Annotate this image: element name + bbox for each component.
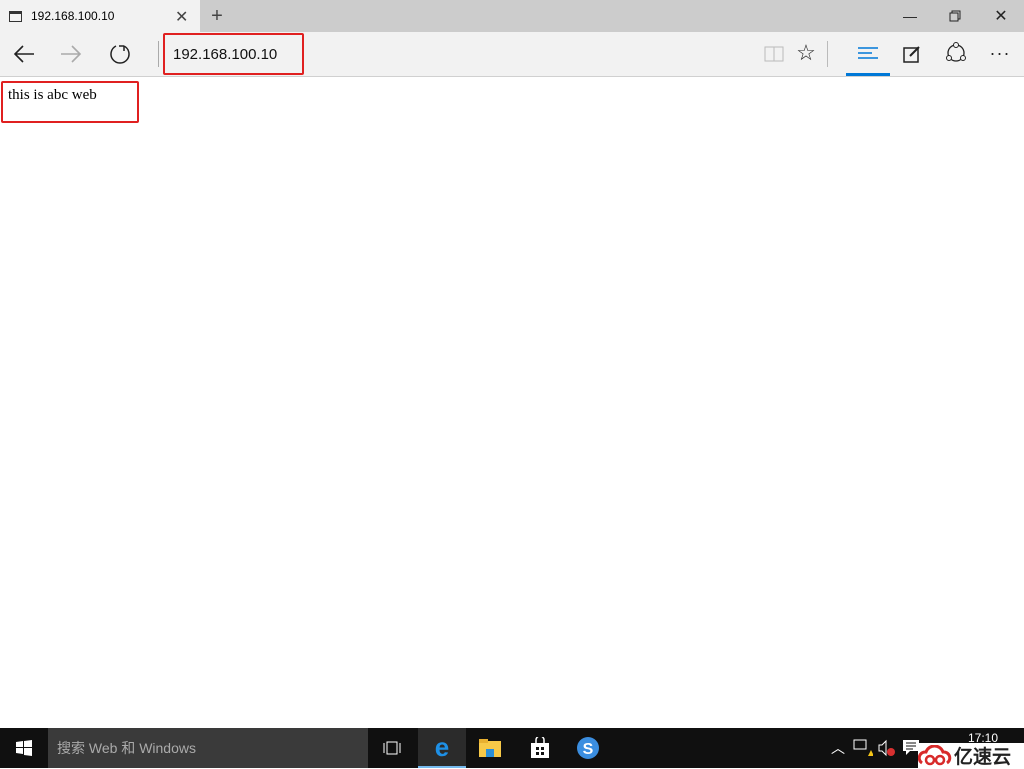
volume-muted-icon[interactable] [876, 736, 898, 760]
show-hidden-icons-chevron[interactable]: ︿ [828, 736, 848, 760]
navigation-toolbar: 192.168.100.10 ☆ ··· [0, 32, 1024, 77]
edge-browser-icon[interactable]: e [418, 728, 466, 768]
toolbar-divider [827, 41, 828, 67]
title-bar: 192.168.100.10 ✕ + — ✕ [0, 0, 1024, 32]
windows-start-icon[interactable] [0, 728, 48, 768]
new-tab-icon[interactable]: + [205, 4, 229, 28]
sogou-browser-icon[interactable]: S [566, 728, 610, 768]
content-highlight-box [1, 81, 139, 123]
close-tab-icon[interactable]: ✕ [175, 7, 188, 27]
back-icon[interactable] [10, 40, 38, 68]
store-icon[interactable] [518, 728, 562, 768]
restore-icon[interactable] [940, 4, 970, 28]
web-note-icon[interactable] [900, 42, 924, 66]
cloud-logo-icon [918, 744, 952, 765]
reading-view-icon [762, 42, 786, 66]
task-view-icon[interactable] [372, 728, 412, 768]
file-explorer-icon[interactable] [468, 728, 512, 768]
refresh-icon[interactable] [106, 40, 134, 68]
page-icon [9, 10, 22, 22]
close-window-icon[interactable]: ✕ [986, 4, 1016, 28]
browser-tab[interactable]: 192.168.100.10 ✕ [0, 0, 200, 32]
address-highlight-box [163, 33, 304, 75]
watermark-text: 亿速云 [954, 747, 1012, 768]
tab-title: 192.168.100.10 [31, 9, 115, 23]
hub-icon[interactable] [846, 32, 890, 76]
share-icon[interactable] [943, 40, 969, 66]
toolbar-divider [158, 41, 159, 67]
svg-text:S: S [583, 741, 594, 758]
search-box[interactable]: 搜索 Web 和 Windows [48, 728, 368, 768]
search-placeholder: 搜索 Web 和 Windows [57, 740, 196, 756]
more-icon[interactable]: ··· [986, 40, 1014, 66]
favorite-star-icon[interactable]: ☆ [793, 40, 819, 66]
watermark-logo: 亿速云 [918, 743, 1024, 768]
page-content: this is abc web [0, 77, 1024, 728]
forward-icon [57, 40, 85, 68]
network-warning-icon[interactable] [852, 736, 874, 760]
minimize-icon[interactable]: — [895, 4, 925, 28]
taskbar: 搜索 Web 和 Windows e S ︿ 17:10 亿速云 [0, 728, 1024, 768]
